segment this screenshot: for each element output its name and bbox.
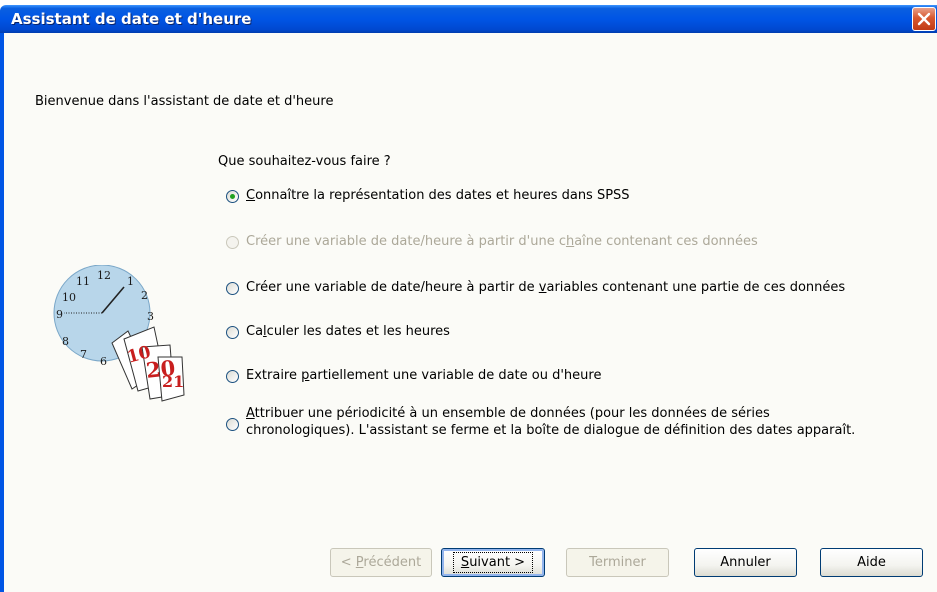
- option-label: Connaître la représentation des dates et…: [246, 188, 630, 203]
- title-bar[interactable]: Assistant de date et d'heure: [0, 5, 937, 33]
- option-label: Créer une variable de date/heure à parti…: [246, 280, 846, 295]
- radio-icon[interactable]: [226, 190, 239, 203]
- clock-number-7: 7: [80, 348, 87, 361]
- previous-button: < Précédent: [330, 548, 432, 577]
- finish-button: Terminer: [566, 548, 669, 577]
- close-button[interactable]: [912, 7, 936, 31]
- clock-number-6: 6: [100, 355, 107, 368]
- clock-number-9: 9: [56, 308, 63, 321]
- clock-number-10: 10: [62, 291, 76, 304]
- option-label: Extraire partiellement une variable de d…: [246, 368, 602, 383]
- radio-icon: [226, 236, 239, 249]
- clock-calendar-icon: 12 1 2 3 11 10 9 8 7 6 10 20 21: [53, 265, 185, 402]
- cancel-button[interactable]: Annuler: [694, 548, 797, 577]
- close-icon: [917, 12, 931, 26]
- clock-number-3: 3: [147, 310, 154, 323]
- radio-icon[interactable]: [226, 326, 239, 339]
- option-label: Créer une variable de date/heure à parti…: [246, 234, 758, 249]
- radio-icon[interactable]: [226, 282, 239, 295]
- radio-icon[interactable]: [226, 418, 239, 431]
- help-button[interactable]: Aide: [820, 548, 923, 577]
- clock-number-8: 8: [62, 335, 69, 348]
- option-label: Calculer les dates et les heures: [246, 324, 450, 339]
- radio-icon[interactable]: [226, 370, 239, 383]
- question-label: Que souhaitez-vous faire ?: [218, 154, 391, 169]
- radio-selected-dot: [230, 194, 235, 199]
- clock-number-11: 11: [76, 275, 90, 288]
- next-button[interactable]: Suivant >: [441, 548, 545, 577]
- window-title: Assistant de date et d'heure: [11, 10, 252, 28]
- welcome-text: Bienvenue dans l'assistant de date et d'…: [35, 94, 334, 109]
- calendar-page-21: 21: [162, 372, 184, 391]
- clock-number-1: 1: [127, 275, 134, 288]
- option-label: Attribuer une périodicité à un ensemble …: [246, 406, 856, 438]
- clock-number-2: 2: [141, 289, 148, 302]
- clock-number-12: 12: [97, 269, 111, 282]
